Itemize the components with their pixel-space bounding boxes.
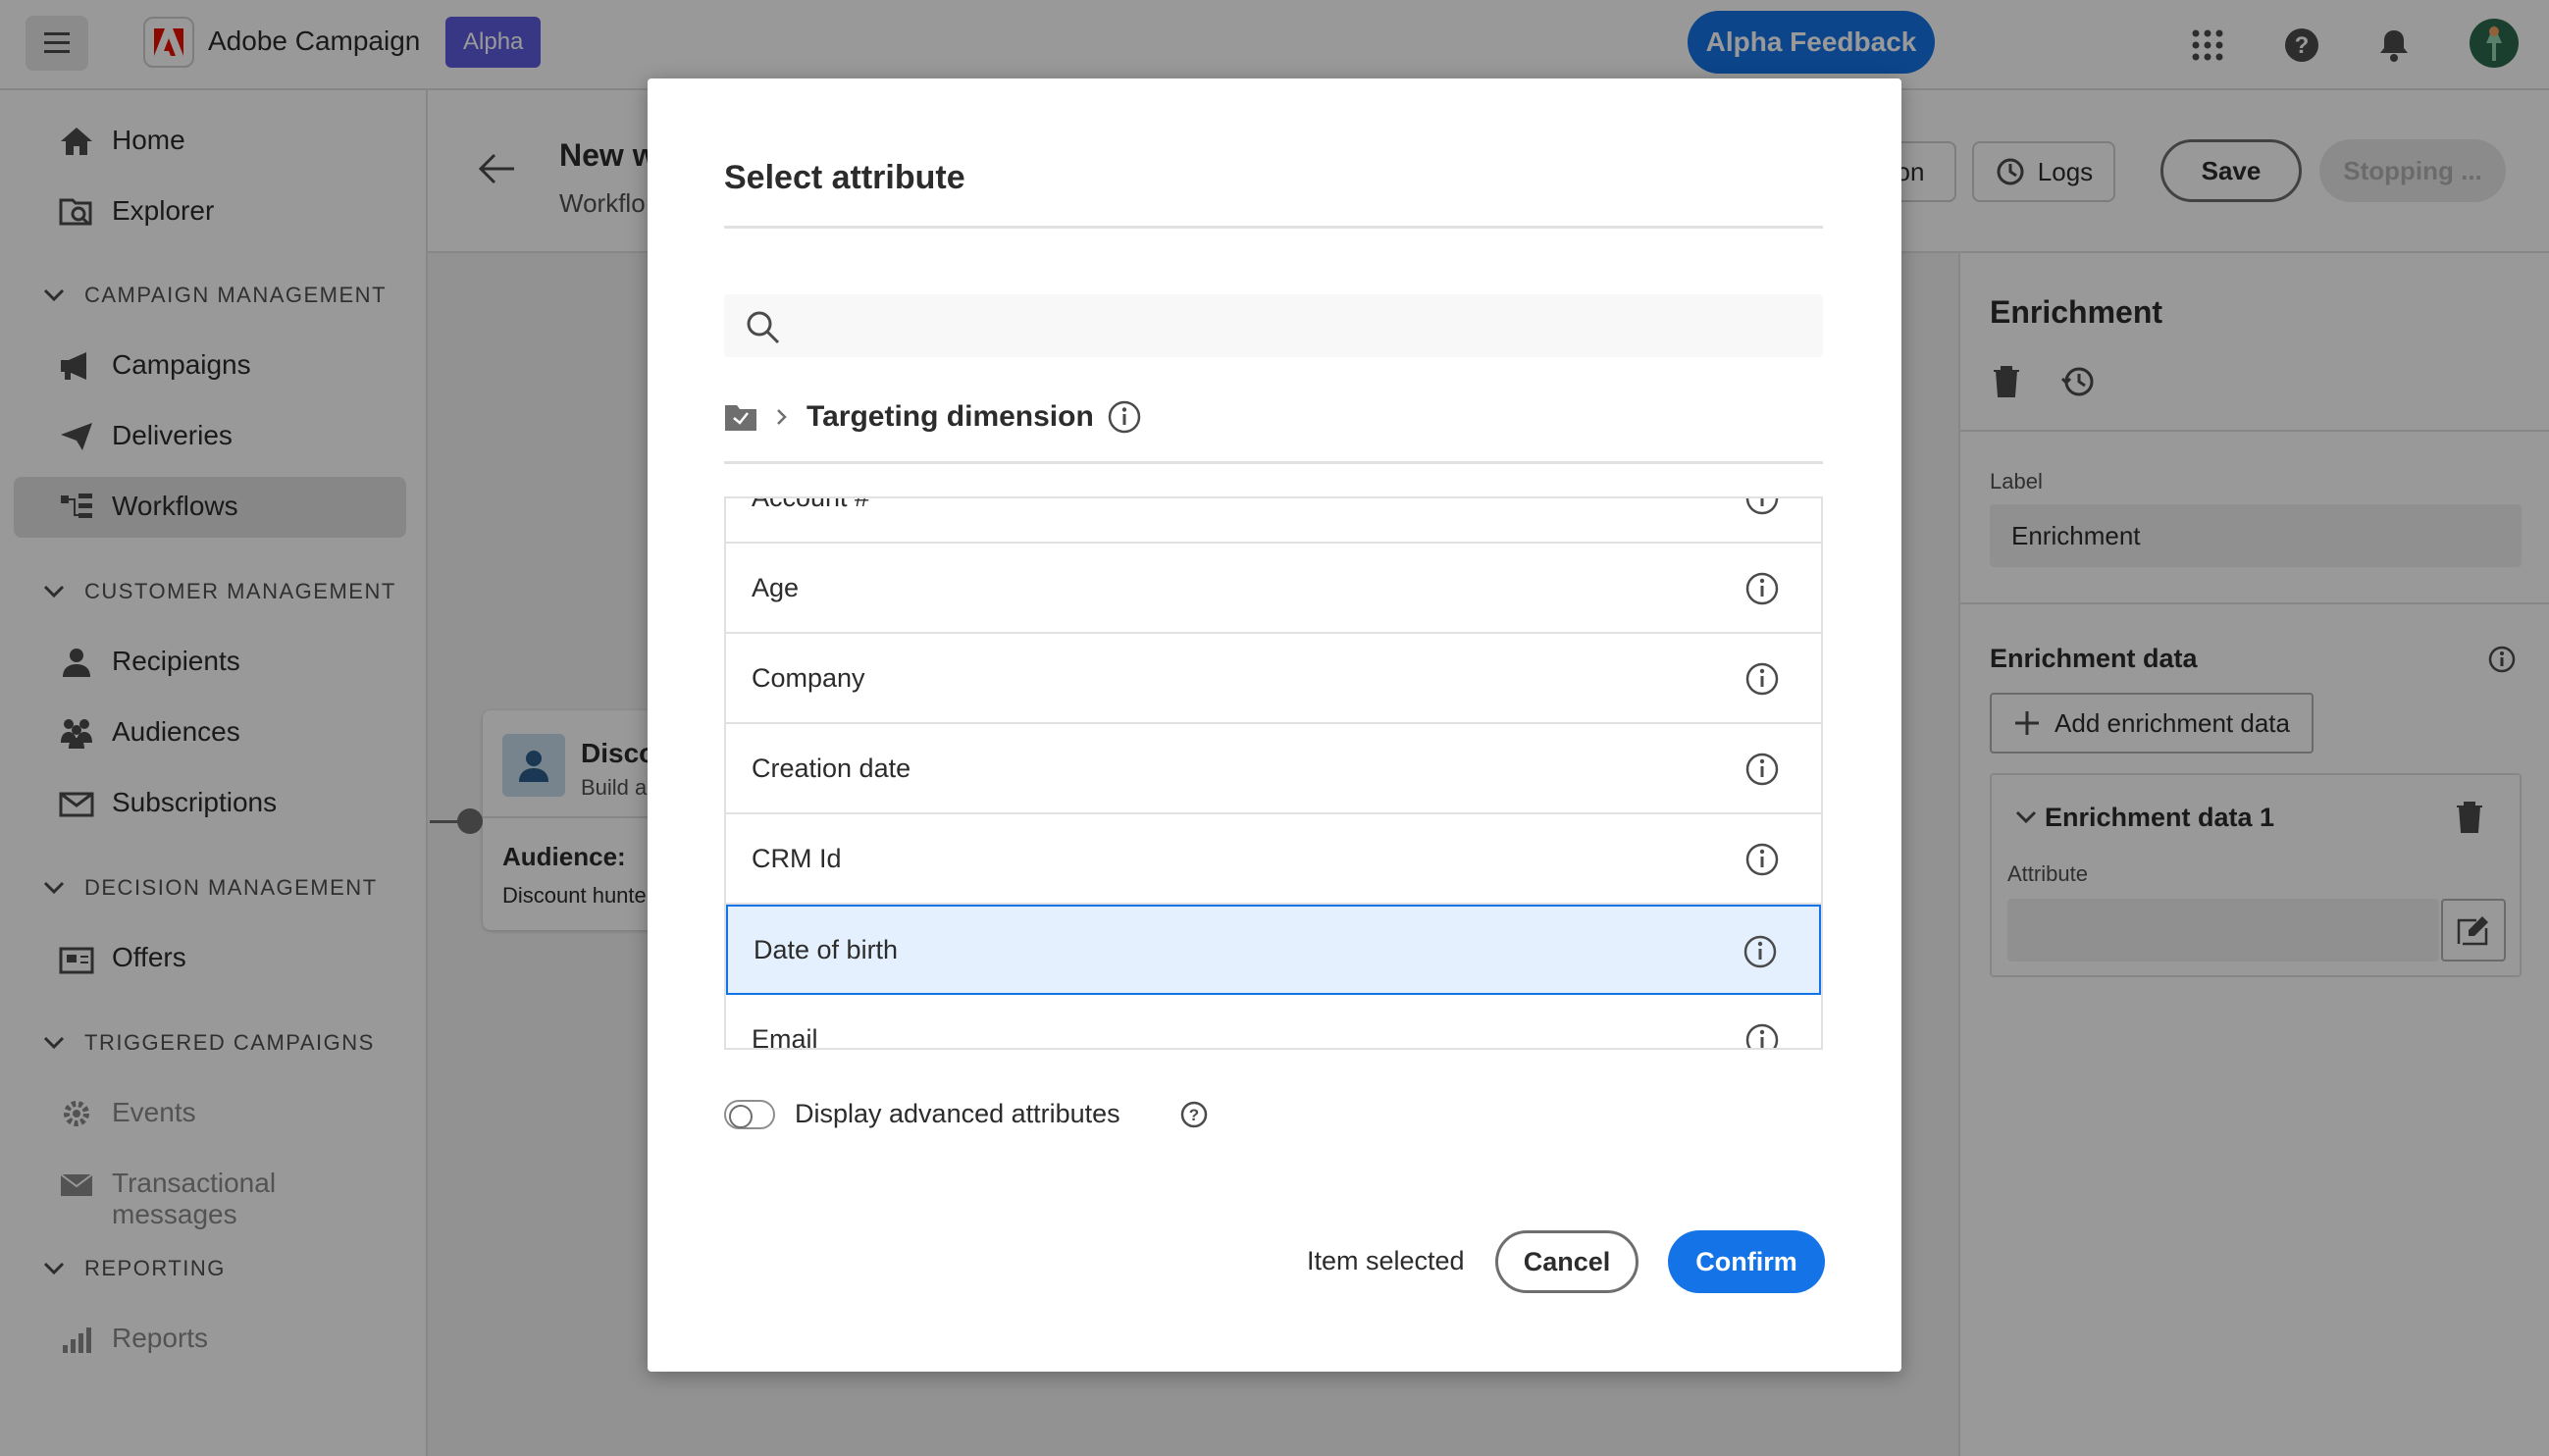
info-icon[interactable] xyxy=(1744,752,1780,787)
attribute-label: Age xyxy=(752,572,800,602)
list-item-selected[interactable]: Date of birth xyxy=(726,905,1821,995)
attribute-list[interactable]: Account # Age Company Creation date CRM … xyxy=(724,496,1823,1050)
toggle-label: Display advanced attributes xyxy=(795,1099,1120,1128)
list-item[interactable]: Age xyxy=(726,544,1821,634)
attribute-label: CRM Id xyxy=(752,843,842,873)
list-item[interactable]: Account # xyxy=(726,496,1821,544)
info-icon[interactable] xyxy=(1108,400,1141,434)
info-icon[interactable] xyxy=(1744,1022,1780,1050)
advanced-attributes-toggle[interactable] xyxy=(724,1099,775,1129)
attribute-label: Company xyxy=(752,662,865,693)
list-item[interactable]: CRM Id xyxy=(726,814,1821,905)
list-item[interactable]: Email xyxy=(726,995,1821,1050)
info-icon[interactable] xyxy=(1744,842,1780,877)
select-attribute-dialog: Select attribute Targeting dimension Acc… xyxy=(648,78,1901,1372)
attribute-label: Account # xyxy=(752,496,870,512)
dialog-title: Select attribute xyxy=(724,159,965,196)
info-icon[interactable] xyxy=(1744,661,1780,697)
chevron-right-icon xyxy=(777,409,787,425)
help-icon[interactable]: ? xyxy=(1179,1100,1209,1129)
attribute-label: Email xyxy=(752,1023,818,1050)
breadcrumb: Targeting dimension xyxy=(724,392,1141,442)
cancel-button[interactable]: Cancel xyxy=(1495,1230,1639,1293)
dialog-divider xyxy=(724,461,1823,464)
folder-icon[interactable] xyxy=(724,402,757,432)
attribute-label: Date of birth xyxy=(754,934,899,964)
attribute-label: Creation date xyxy=(752,753,911,783)
info-icon[interactable] xyxy=(1744,571,1780,606)
attribute-search-input[interactable] xyxy=(724,294,1823,357)
list-item[interactable]: Company xyxy=(726,634,1821,724)
selection-status: Item selected xyxy=(1307,1246,1465,1275)
confirm-button[interactable]: Confirm xyxy=(1668,1230,1825,1293)
dialog-divider xyxy=(724,226,1823,229)
svg-text:?: ? xyxy=(1188,1106,1198,1124)
info-icon[interactable] xyxy=(1744,496,1780,516)
list-item[interactable]: Creation date xyxy=(726,724,1821,814)
info-icon[interactable] xyxy=(1743,934,1778,969)
search-field[interactable] xyxy=(799,304,1799,347)
breadcrumb-title: Targeting dimension xyxy=(806,400,1094,433)
advanced-attributes-toggle-row: Display advanced attributes ? xyxy=(724,1099,1209,1129)
search-icon xyxy=(747,311,780,344)
